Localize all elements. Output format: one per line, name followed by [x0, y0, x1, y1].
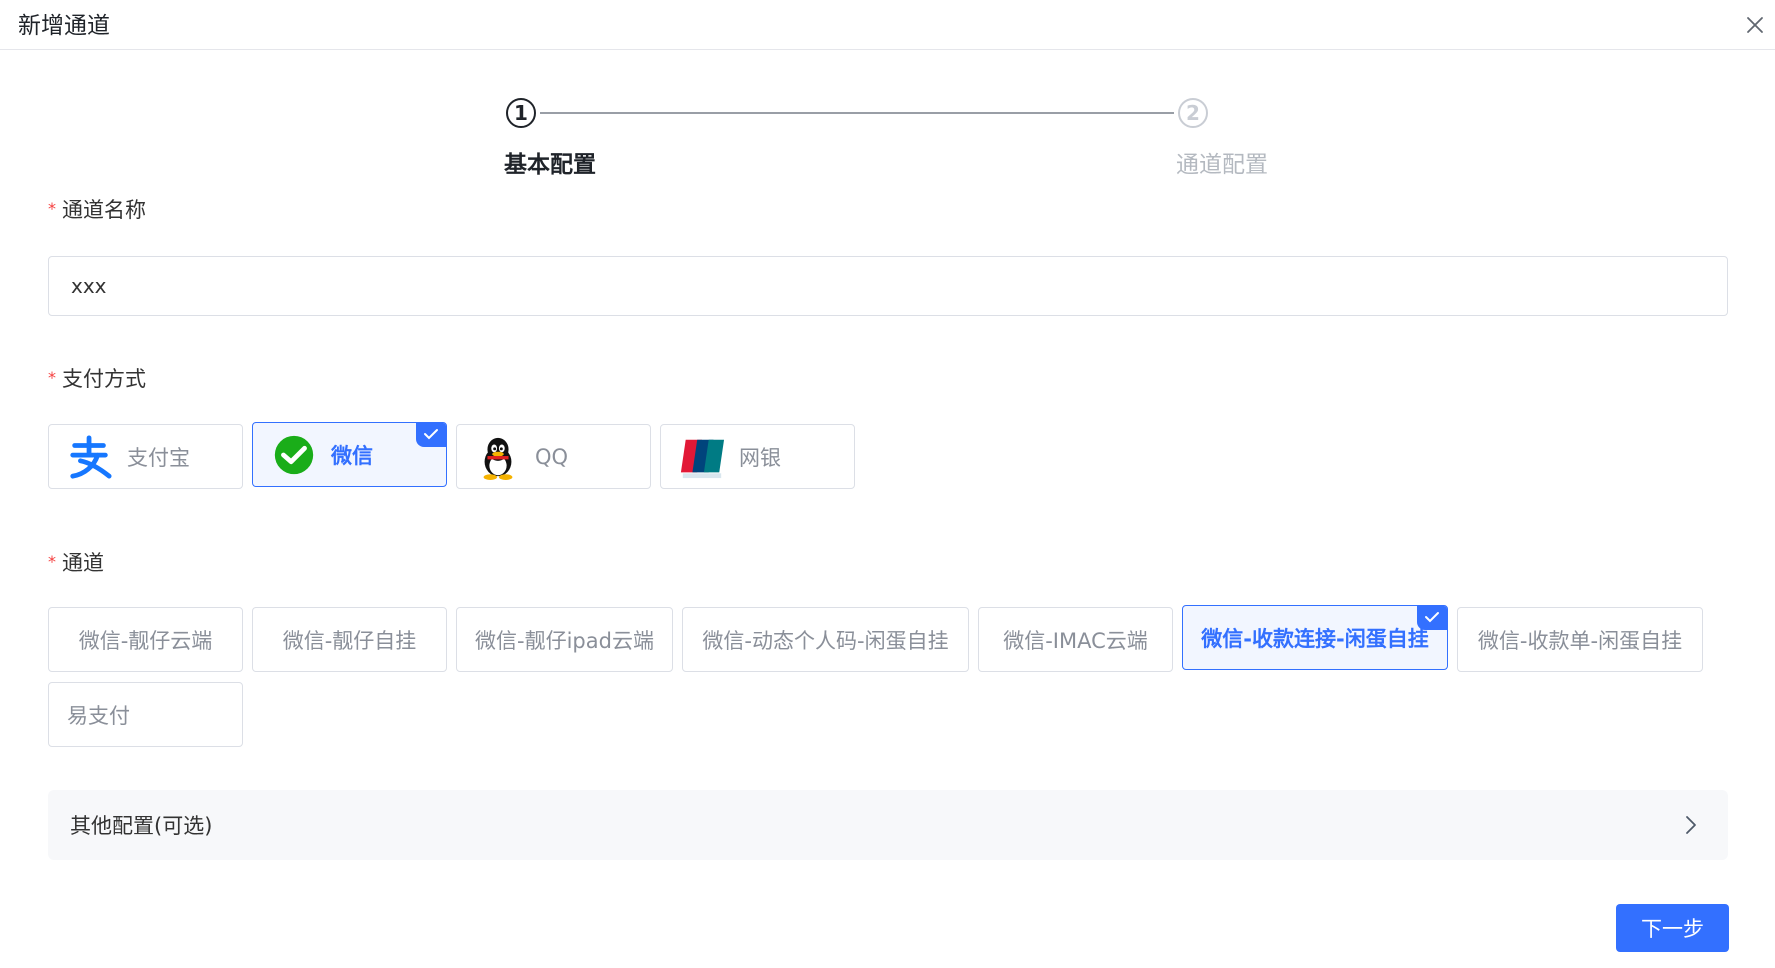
payment-option-alipay[interactable]: 支付宝 — [48, 424, 243, 489]
selected-check-icon — [1417, 606, 1447, 630]
payment-option-label: QQ — [535, 444, 569, 469]
unionpay-icon — [680, 439, 725, 478]
payment-option-label: 微信 — [331, 443, 373, 468]
dialog-title: 新增通道 — [18, 13, 110, 39]
channel-option[interactable]: 微信-动态个人码-闲蛋自挂 — [682, 607, 969, 672]
channel-option[interactable]: 微信-IMAC云端 — [978, 607, 1173, 672]
other-config-label: 其他配置(可选) — [70, 814, 213, 838]
step-2-label: 通道配置 — [1176, 152, 1268, 178]
qq-icon — [483, 437, 513, 480]
payment-option-unionpay[interactable]: 网银 — [660, 424, 855, 489]
alipay-icon — [70, 434, 112, 479]
required-mark: * — [48, 368, 56, 387]
step-1-label: 基本配置 — [504, 152, 596, 178]
payment-option-wechat[interactable]: 微信 — [252, 422, 447, 487]
channel-option-selected[interactable]: 微信-收款连接-闲蛋自挂 — [1182, 605, 1448, 670]
required-mark: * — [48, 552, 56, 571]
channel-name-input[interactable] — [48, 256, 1728, 316]
dialog-header: 新增通道 — [0, 0, 1775, 50]
channel-option[interactable]: 易支付 — [48, 682, 243, 747]
payment-option-qq[interactable]: QQ — [456, 424, 651, 489]
close-icon[interactable] — [1744, 14, 1766, 36]
step-2-indicator: 2 — [1178, 98, 1208, 128]
channel-label: * 通道 — [48, 551, 104, 575]
step-connector — [540, 112, 1174, 114]
payment-method-label: * 支付方式 — [48, 367, 146, 391]
next-step-button[interactable]: 下一步 — [1616, 904, 1729, 952]
channel-option[interactable]: 微信-靓仔云端 — [48, 607, 243, 672]
required-mark: * — [48, 199, 56, 218]
step-1-indicator: 1 — [506, 98, 536, 128]
payment-option-label: 网银 — [739, 445, 781, 470]
other-config-collapse[interactable]: 其他配置(可选) — [48, 790, 1728, 860]
channel-option[interactable]: 微信-靓仔ipad云端 — [456, 607, 673, 672]
selected-check-icon — [416, 423, 446, 447]
chevron-right-icon — [1686, 816, 1696, 834]
channel-option[interactable]: 微信-收款单-闲蛋自挂 — [1457, 607, 1703, 672]
wechat-icon — [274, 435, 314, 474]
channel-name-label: * 通道名称 — [48, 198, 146, 222]
channel-option[interactable]: 微信-靓仔自挂 — [252, 607, 447, 672]
payment-option-label: 支付宝 — [127, 445, 190, 470]
